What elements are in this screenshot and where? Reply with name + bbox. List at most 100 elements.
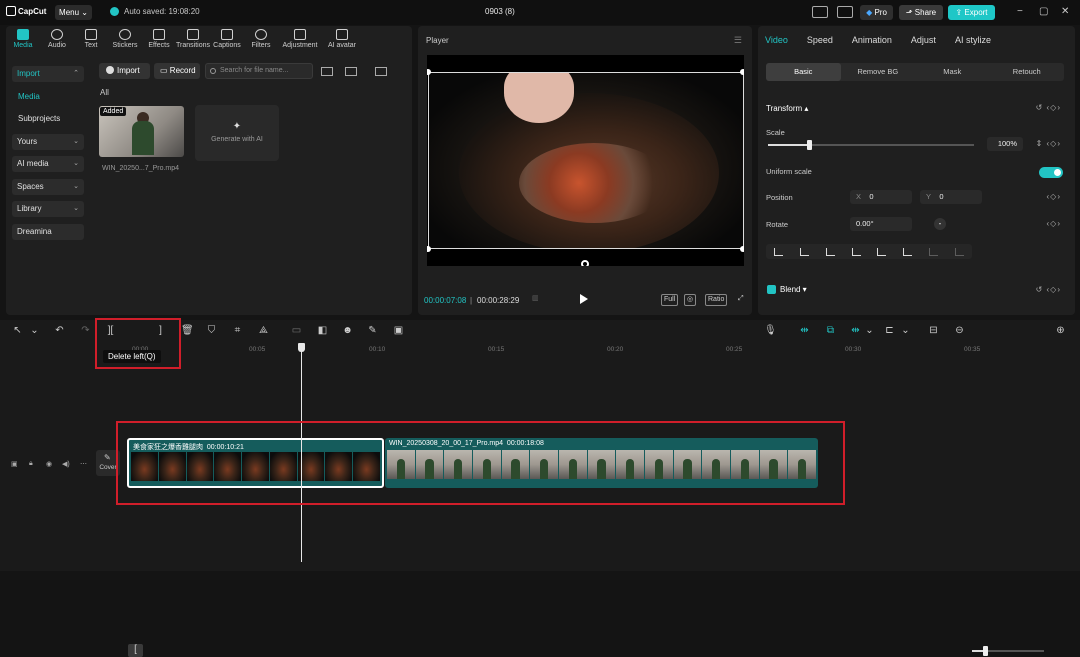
fullscreen-icon[interactable]: ⤢ — [736, 294, 746, 304]
menu-button[interactable]: Menu ⌄ — [55, 5, 92, 20]
auto-snap-icon[interactable]: ⧉ — [823, 325, 838, 336]
pro-button[interactable]: ◆ Pro — [860, 5, 893, 20]
ai-edit-icon[interactable]: ⟁ — [258, 325, 269, 336]
scale-value-field[interactable]: 100% — [987, 137, 1023, 151]
scale-keyframe-icon[interactable]: ⇕ ‹◇› — [1036, 139, 1061, 148]
position-y-field[interactable]: Y 0 — [920, 190, 982, 204]
sidebar-item-library[interactable]: Library ⌄ — [12, 201, 84, 217]
microphone-icon[interactable]: 🎙 — [764, 325, 777, 336]
subtab-basic[interactable]: Basic — [766, 63, 841, 81]
freeze-icon[interactable]: ▭ — [291, 325, 302, 336]
search-input[interactable]: Search for file name... — [205, 63, 313, 79]
track-cover-toggle-icon[interactable]: ▣ — [11, 460, 18, 468]
delete-icon[interactable]: 🗑 — [181, 325, 194, 336]
video-frame[interactable] — [428, 72, 744, 249]
subtab-mask[interactable]: Mask — [915, 63, 990, 81]
resize-handle-bl[interactable] — [427, 246, 431, 252]
share-button[interactable]: ⬏ Share — [899, 5, 943, 20]
export-button[interactable]: ⇪ Export — [948, 5, 995, 20]
chevron-down-icon[interactable]: ⌄ — [864, 325, 875, 336]
eye-icon[interactable]: ◉ — [46, 460, 52, 468]
zoom-in-icon[interactable]: ⊕ — [1055, 325, 1066, 336]
align-left-icon[interactable] — [774, 247, 784, 256]
snapshot-icon[interactable]: ◎ — [684, 294, 697, 306]
sidebar-item-import[interactable]: Import ⌃ — [12, 66, 84, 82]
tab-captions[interactable]: Captions — [210, 26, 244, 54]
tab-media[interactable]: Media — [6, 26, 40, 54]
tab-adjustment[interactable]: Adjustment — [278, 26, 322, 54]
rotate-keyframe-icon[interactable]: ‹◇› — [1047, 219, 1061, 228]
sidebar-item-media[interactable]: Media — [12, 89, 84, 105]
tab-ai-avatar[interactable]: AI avatar — [322, 26, 362, 54]
blend-keyframe-icon[interactable]: ↺ ‹◇› — [1036, 285, 1061, 294]
person-cutout-icon[interactable]: ☻ — [342, 325, 353, 336]
redo-icon[interactable]: ↷ — [80, 325, 91, 336]
tab-audio[interactable]: Audio — [40, 26, 74, 54]
magic-wand-icon[interactable]: ✎ — [367, 325, 378, 336]
grid-view-icon[interactable] — [321, 67, 333, 76]
sidebar-item-subprojects[interactable]: Subprojects — [12, 111, 84, 127]
rotate-value-field[interactable]: 0.00° — [850, 217, 912, 231]
chevron-down-icon[interactable]: ⌄ — [900, 325, 911, 336]
tab-transitions[interactable]: Transitions — [176, 26, 210, 54]
tab-speed[interactable]: Speed — [807, 35, 833, 45]
record-button[interactable]: ▭ Record — [154, 63, 200, 79]
transform-section-title[interactable]: Transform ▴ — [766, 104, 808, 113]
minimize-icon[interactable]: − — [1017, 6, 1023, 17]
align-bottom-icon[interactable] — [903, 247, 913, 256]
position-x-field[interactable]: X 0 — [850, 190, 912, 204]
sort-icon[interactable] — [345, 67, 357, 76]
uniform-scale-toggle[interactable] — [1039, 167, 1063, 178]
zoom-slider-handle[interactable] — [983, 646, 988, 656]
distribute-h-icon[interactable] — [928, 247, 938, 256]
align-top-icon[interactable] — [851, 247, 861, 256]
undo-icon[interactable]: ↶ — [54, 325, 65, 336]
linkage-icon[interactable]: ⇹ — [848, 325, 863, 336]
sidebar-item-yours[interactable]: Yours ⌄ — [12, 133, 84, 150]
blend-section-title[interactable]: Blend ▾ — [780, 285, 807, 294]
align-right-icon[interactable] — [825, 247, 835, 256]
maximize-icon[interactable]: ▢ — [1039, 6, 1048, 17]
speaker-icon[interactable]: ◀) — [62, 460, 70, 468]
main-track-magnet-icon[interactable]: ⇹ — [797, 325, 812, 336]
filter-all-label[interactable]: All — [100, 88, 109, 97]
align-center-v-icon[interactable] — [877, 247, 887, 256]
distribute-v-icon[interactable] — [954, 247, 964, 256]
layout-icon[interactable] — [812, 6, 828, 18]
mirror-icon[interactable]: ◧ — [317, 325, 328, 336]
close-icon[interactable]: ✕ — [1061, 6, 1069, 17]
text-box-icon[interactable]: ▣ — [393, 325, 404, 336]
more-icon[interactable]: ⋯ — [80, 460, 87, 468]
tab-effects[interactable]: Effects — [142, 26, 176, 54]
tab-ai-stylize[interactable]: AI stylize — [955, 35, 991, 45]
select-cursor-icon[interactable]: ↖ — [12, 325, 23, 336]
generate-with-ai-button[interactable]: ✦ Generate with AI — [195, 105, 279, 161]
playhead-handle[interactable] — [298, 343, 305, 352]
sidebar-item-ai-media[interactable]: AI media ⌄ — [12, 156, 84, 172]
mask-shield-icon[interactable]: ⛉ — [206, 325, 217, 336]
play-button[interactable] — [580, 294, 588, 304]
project-title[interactable]: 0903 (8) — [485, 7, 515, 16]
scale-slider-handle[interactable] — [807, 140, 813, 150]
reset-keyframe-icon[interactable]: ↺ ‹◇› — [1036, 103, 1061, 112]
tab-video[interactable]: Video — [765, 35, 788, 45]
rotate-handle[interactable] — [581, 260, 589, 266]
ratio-button[interactable]: Ratio — [705, 294, 728, 306]
blend-checkbox[interactable] — [767, 285, 776, 294]
tab-animation[interactable]: Animation — [852, 35, 892, 45]
full-button[interactable]: Full — [661, 294, 679, 306]
import-button[interactable]: Import — [99, 63, 150, 79]
tab-stickers[interactable]: Stickers — [108, 26, 142, 54]
shortcut-icon[interactable] — [837, 6, 853, 18]
video-preview[interactable] — [427, 55, 744, 266]
zoom-out-icon[interactable]: ⊖ — [954, 325, 965, 336]
preview-axis-icon[interactable]: ⊏ — [884, 325, 895, 336]
filter-icon[interactable] — [375, 67, 387, 76]
rotate-dial-icon[interactable]: - — [934, 218, 946, 230]
crop-icon[interactable]: ⌗ — [232, 325, 243, 336]
fit-timeline-icon[interactable]: ⊟ — [928, 325, 939, 336]
sidebar-item-dreamina[interactable]: Dreamina — [12, 223, 84, 240]
tab-filters[interactable]: Filters — [244, 26, 278, 54]
resize-handle-br[interactable] — [740, 246, 744, 252]
tab-text[interactable]: Text — [74, 26, 108, 54]
